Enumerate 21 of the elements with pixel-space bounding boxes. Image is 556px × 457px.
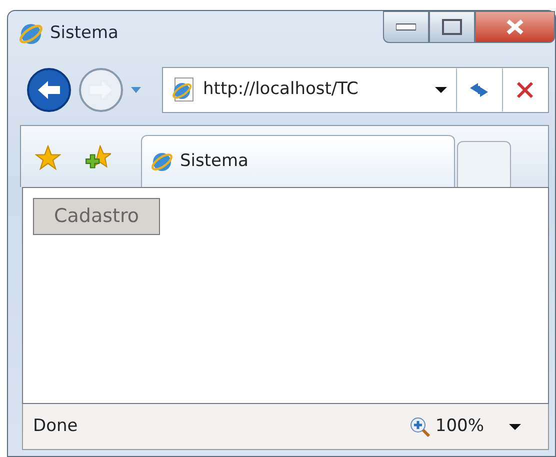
star-icon[interactable]: [35, 145, 61, 171]
stop-icon: [516, 81, 534, 99]
back-button[interactable]: [26, 67, 72, 113]
magnifier-plus-icon: [409, 416, 432, 438]
dropdown-arrow-icon[interactable]: [434, 86, 448, 94]
page-icon: [171, 77, 195, 103]
minimize-button[interactable]: [383, 11, 429, 43]
address-field[interactable]: http://localhost/TC: [162, 67, 549, 113]
close-button[interactable]: [475, 11, 555, 43]
window-title: Sistema: [50, 22, 118, 45]
dropdown-arrow-icon[interactable]: [508, 422, 522, 430]
zoom-control[interactable]: 100%: [409, 414, 484, 440]
maximize-icon: [442, 19, 462, 35]
maximize-button[interactable]: [429, 11, 475, 43]
forward-button[interactable]: [78, 67, 124, 113]
minimize-icon: [396, 23, 416, 31]
cadastro-button[interactable]: Cadastro: [33, 198, 160, 234]
close-icon: [506, 19, 524, 35]
status-text: Done: [33, 414, 78, 438]
add-star-icon[interactable]: [85, 145, 111, 171]
browser-tab[interactable]: Sistema: [141, 135, 455, 187]
